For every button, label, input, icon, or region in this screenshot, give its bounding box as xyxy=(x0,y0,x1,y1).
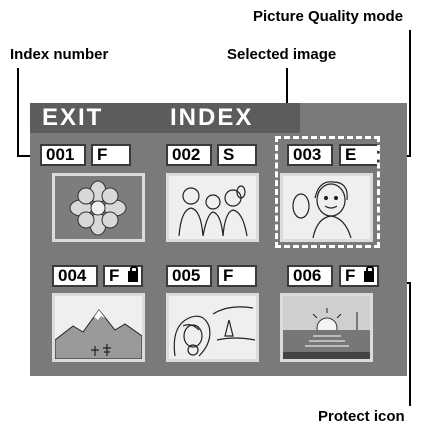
index-number-tag: 005 xyxy=(166,265,212,287)
index-number-tag: 004 xyxy=(52,265,98,287)
index-number-tag: 002 xyxy=(166,144,212,166)
protect-icon xyxy=(128,266,138,282)
index-number-leader xyxy=(17,68,19,156)
protect-icon xyxy=(364,266,374,282)
index-number-label: Index number xyxy=(10,46,109,63)
index-screen: EXIT INDEX 001 F 002 S 003 E 004 F 005 F… xyxy=(30,103,407,376)
selected-image-label: Selected image xyxy=(227,46,337,63)
selection-frame xyxy=(275,136,380,248)
top-bar: EXIT INDEX xyxy=(30,103,300,133)
quality-tag: S xyxy=(217,144,257,166)
index-number-tag: 001 xyxy=(40,144,86,166)
index-number-tag: 006 xyxy=(287,265,333,287)
woman-icon xyxy=(169,296,256,359)
exit-button[interactable]: EXIT xyxy=(42,104,103,132)
quality-tag: F xyxy=(217,265,257,287)
protect-icon-leader xyxy=(409,282,411,406)
quality-tag: F xyxy=(91,144,131,166)
image-thumbnail-006[interactable] xyxy=(280,293,373,362)
quality-tag: F xyxy=(339,265,379,287)
image-thumbnail-005[interactable] xyxy=(166,293,259,362)
quality-tag: F xyxy=(103,265,143,287)
quality-mode-leader xyxy=(409,30,411,156)
mountain-icon xyxy=(55,296,142,359)
people-icon xyxy=(169,176,256,239)
image-thumbnail-004[interactable] xyxy=(52,293,145,362)
flower-icon xyxy=(55,176,142,239)
sunset-icon xyxy=(283,296,370,359)
picture-quality-mode-label: Picture Quality mode xyxy=(253,8,404,25)
image-thumbnail-002[interactable] xyxy=(166,173,259,242)
image-thumbnail-001[interactable] xyxy=(52,173,145,242)
index-title: INDEX xyxy=(170,104,254,131)
protect-icon-label: Protect icon xyxy=(318,408,405,425)
